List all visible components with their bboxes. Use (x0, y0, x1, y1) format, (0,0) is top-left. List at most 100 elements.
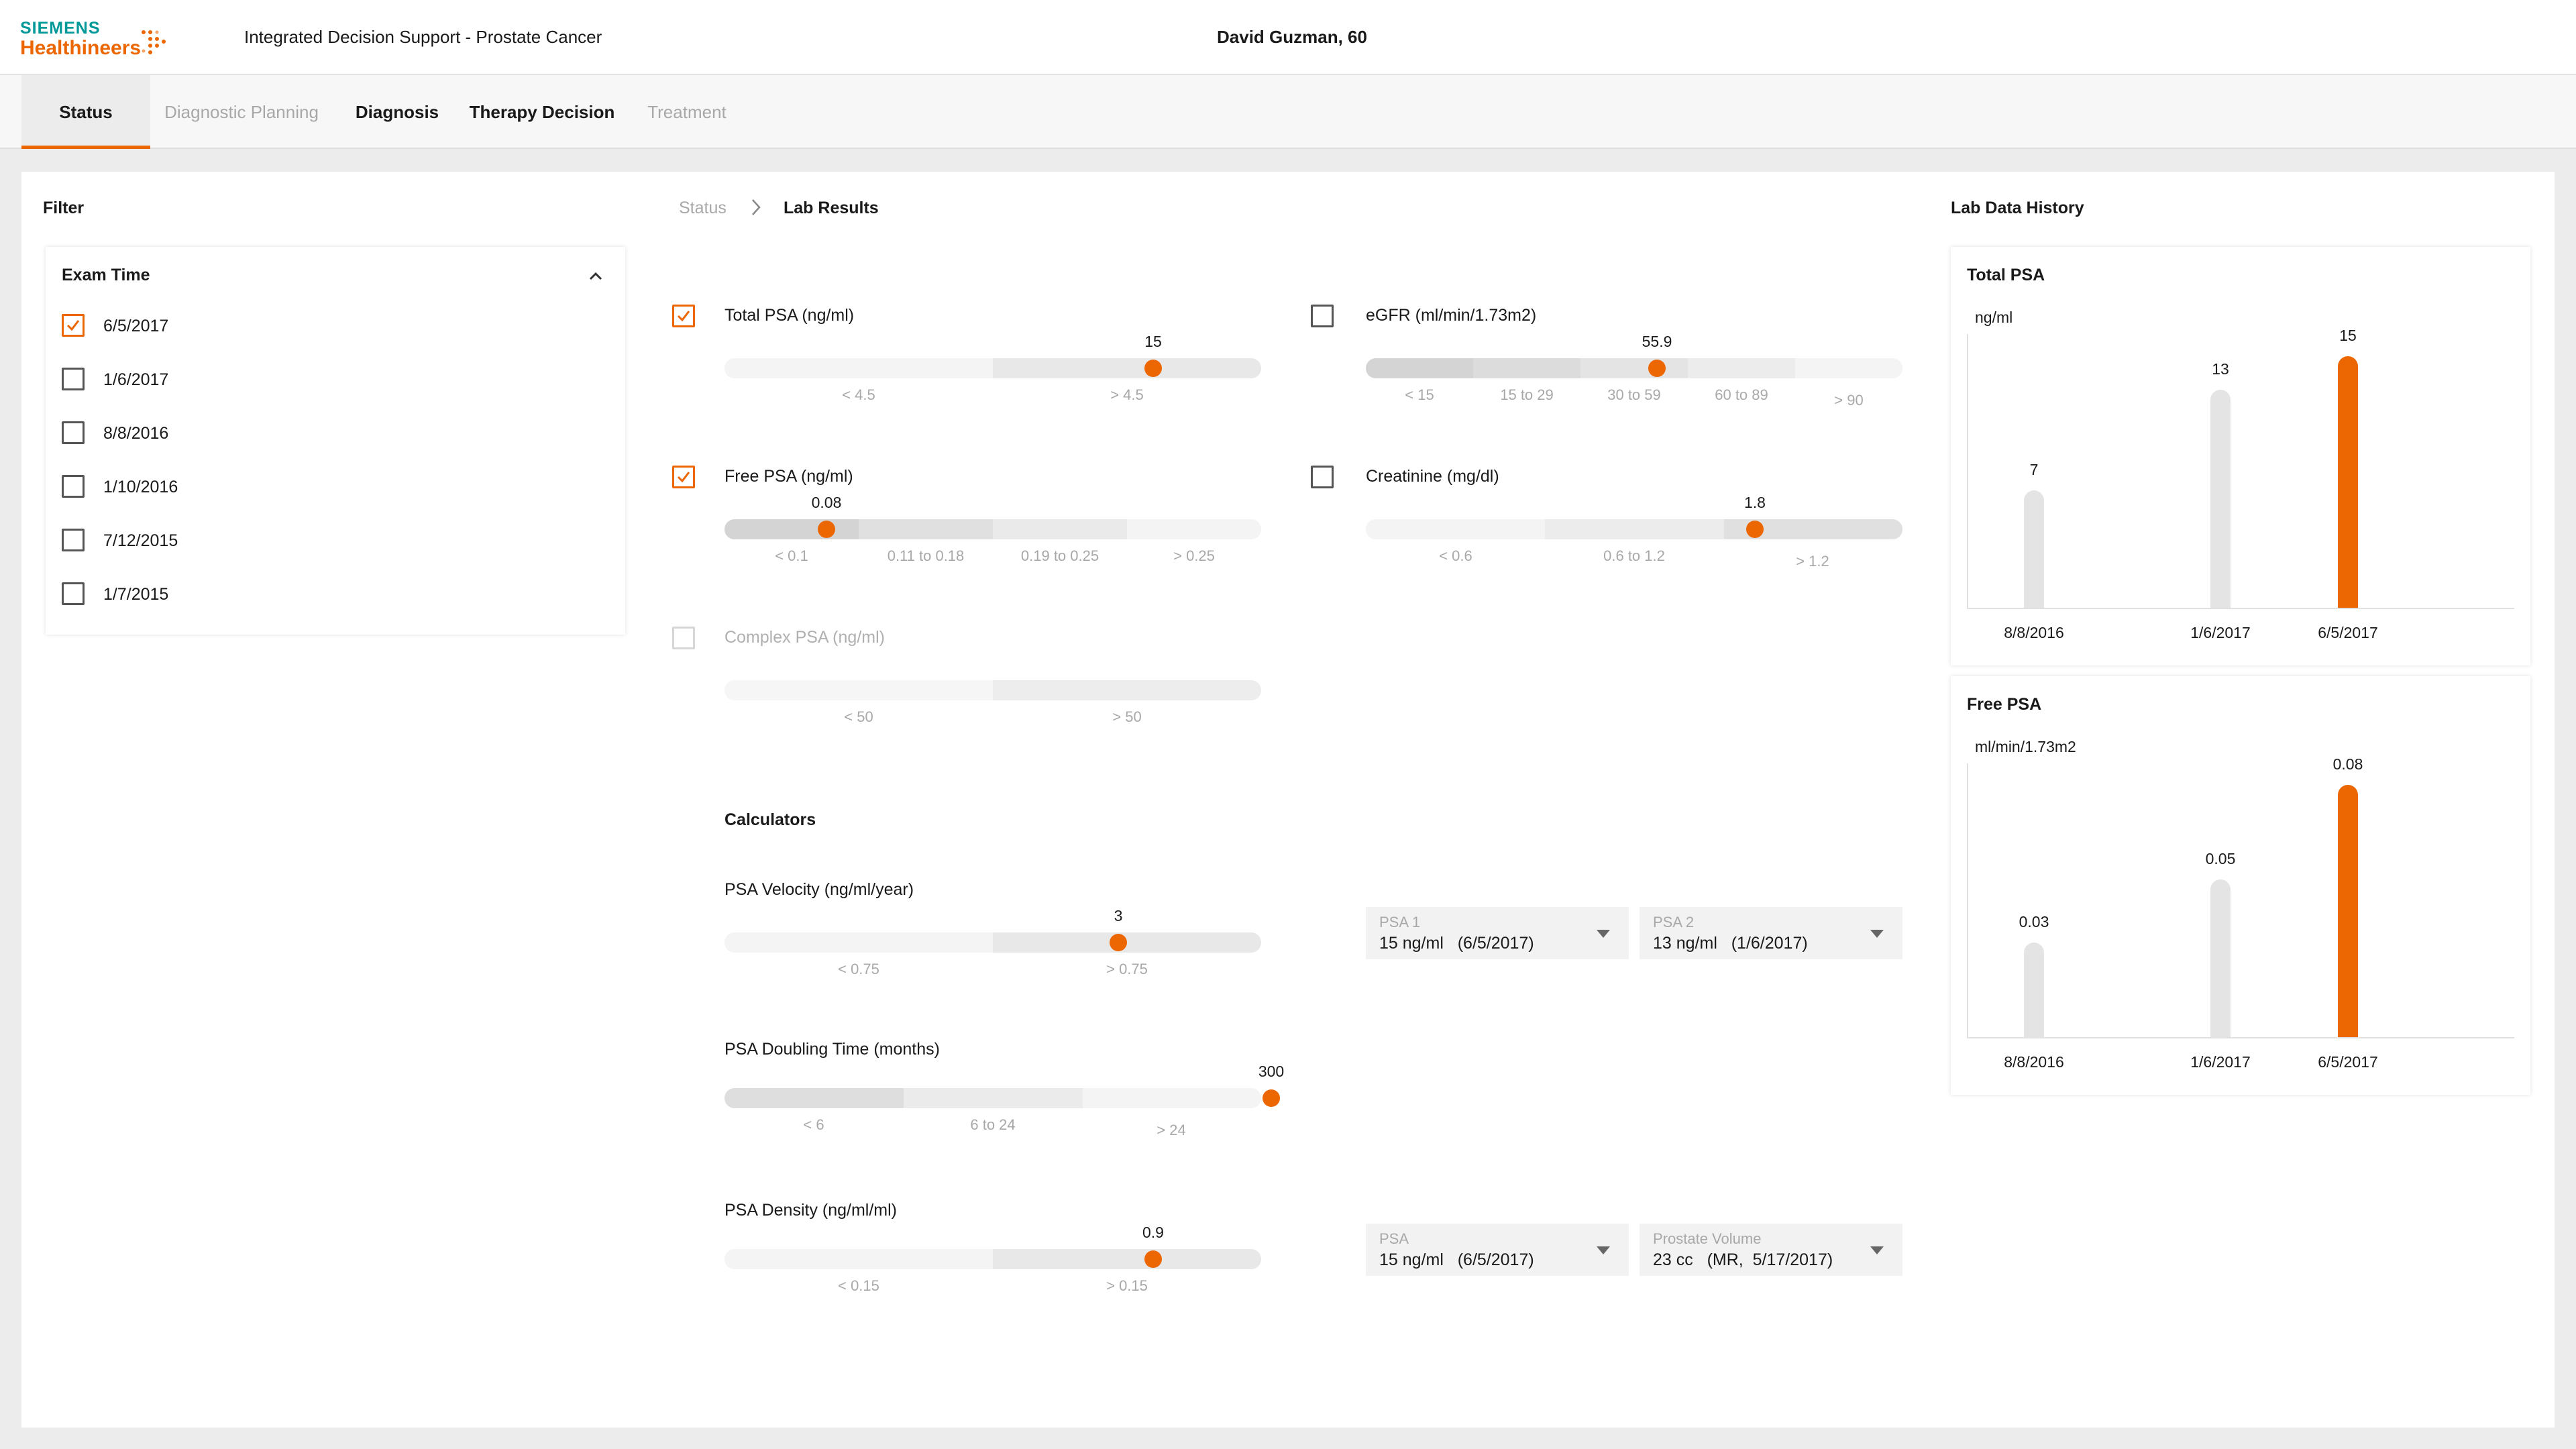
chart-category-label: 8/8/2016 (2004, 624, 2064, 641)
prostate-volume-dropdown[interactable]: Prostate Volume 23 cc (MR, 5/17/2017) (1640, 1224, 1902, 1276)
calculators-title: Calculators (724, 810, 816, 829)
total-psa-checkbox[interactable] (672, 305, 695, 327)
chart-bar (2338, 356, 2358, 608)
main-panel: Filter Exam Time 6/5/2017 1/6/2017 8/8/2… (21, 172, 2555, 1428)
checkmark-icon (66, 320, 80, 331)
total-psa-marker (1144, 360, 1162, 377)
creatinine-value: 1.8 (1744, 494, 1766, 511)
psa-velocity-label: PSA Velocity (ng/ml/year) (724, 880, 914, 899)
chart-bar-value: 0.05 (2205, 850, 2236, 867)
psa-dropdown-label: PSA (1379, 1230, 1409, 1247)
brand-dots-icon (142, 30, 166, 54)
range-label: < 0.6 (1439, 547, 1472, 564)
complex-psa-checkbox[interactable] (672, 627, 695, 649)
app-header: SIEMENS Healthineers Integrated Decision… (0, 0, 2576, 75)
workflow-tabs: Status Diagnostic Planning Diagnosis The… (0, 75, 2576, 149)
total-psa-history-chart: Total PSA ng/ml 7 8/8/2016 13 1/6/2017 15 6/5… (1951, 247, 2530, 665)
egfr-checkbox[interactable] (1311, 305, 1334, 327)
lab-history-title: Lab Data History (1951, 199, 2084, 217)
range-label: > 50 (1112, 708, 1142, 725)
complex-psa-range-bar (724, 680, 1261, 700)
tab-treatment[interactable]: Treatment (631, 75, 743, 149)
free-psa-marker (818, 521, 835, 538)
range-label: > 0.15 (1106, 1277, 1148, 1294)
caret-down-icon (1870, 930, 1884, 938)
filter-title: Filter (43, 199, 85, 217)
chart-category-label: 6/5/2017 (2318, 624, 2378, 641)
chart-bar-value: 15 (2339, 327, 2357, 344)
tab-status[interactable]: Status (21, 75, 150, 149)
total-psa-value: 15 (1144, 333, 1162, 350)
psa-density-marker (1144, 1250, 1162, 1268)
range-label: > 24 (1157, 1122, 1186, 1138)
caret-down-icon (1870, 1246, 1884, 1254)
checkmark-icon (677, 472, 690, 483)
range-label: > 90 (1834, 392, 1864, 409)
range-label: 0.6 to 1.2 (1603, 547, 1665, 564)
logo-line2: Healthineers (20, 37, 142, 59)
psa2-dropdown-label: PSA 2 (1653, 914, 1695, 930)
psa-velocity-value: 3 (1114, 907, 1123, 924)
checkbox-8-8-2016[interactable] (62, 421, 85, 444)
psa1-dropdown-label: PSA 1 (1379, 914, 1421, 930)
range-label: > 0.75 (1106, 961, 1148, 977)
creatinine-marker (1746, 521, 1764, 538)
egfr-label: eGFR (ml/min/1.73m2) (1366, 306, 1537, 325)
logo-line1: SIEMENS (20, 19, 101, 38)
range-label: 6 to 24 (970, 1116, 1016, 1133)
chevron-up-icon[interactable] (586, 267, 605, 286)
psa-doubling-label: PSA Doubling Time (months) (724, 1040, 940, 1059)
checkbox-7-12-2015[interactable] (62, 529, 85, 551)
range-label: > 1.2 (1796, 553, 1829, 570)
tab-therapy-decision[interactable]: Therapy Decision (460, 75, 624, 149)
tab-diagnosis[interactable]: Diagnosis (341, 75, 453, 149)
filter-item-label: 6/5/2017 (103, 317, 169, 335)
chart-bar-value: 7 (2029, 461, 2039, 478)
chart-bar-value: 0.08 (2332, 755, 2363, 773)
caret-down-icon (1597, 930, 1610, 938)
psa-density-value: 0.9 (1142, 1224, 1164, 1241)
checkbox-1-6-2017[interactable] (62, 368, 85, 390)
range-label: < 0.15 (838, 1277, 879, 1294)
chart-category-label: 1/6/2017 (2190, 1053, 2251, 1071)
chart-x-axis (1967, 608, 2514, 609)
caret-down-icon (1597, 1246, 1610, 1254)
breadcrumb-status[interactable]: Status (679, 199, 727, 218)
free-psa-checkbox[interactable] (672, 466, 695, 488)
egfr-value: 55.9 (1642, 333, 1672, 350)
psa-velocity-range-bar (724, 932, 1261, 953)
psa-doubling-value: 300 (1258, 1063, 1285, 1080)
complex-psa-label: Complex PSA (ng/ml) (724, 628, 885, 647)
creatinine-checkbox[interactable] (1311, 466, 1334, 488)
chart-title: Free PSA (1967, 695, 2042, 714)
egfr-range-bar (1366, 358, 1902, 378)
chart-bar-value: 0.03 (2019, 913, 2049, 930)
checkbox-6-5-2017[interactable] (62, 314, 85, 337)
filter-item-label: 1/6/2017 (103, 370, 169, 389)
psa-density-label: PSA Density (ng/ml/ml) (724, 1201, 898, 1220)
checkbox-1-10-2016[interactable] (62, 475, 85, 498)
checkbox-1-7-2015[interactable] (62, 582, 85, 605)
filter-item-label: 1/7/2015 (103, 585, 169, 604)
chart-bar-value: 13 (2212, 360, 2229, 378)
chart-bar (2024, 490, 2044, 608)
psa-velocity-marker (1110, 934, 1127, 951)
chart-bar (2210, 390, 2231, 608)
psa-dropdown[interactable]: PSA 15 ng/ml (6/5/2017) (1366, 1224, 1629, 1276)
filter-item-label: 1/10/2016 (103, 478, 178, 496)
range-label: < 0.75 (838, 961, 879, 977)
tab-diagnostic-planning[interactable]: Diagnostic Planning (150, 75, 333, 149)
psa-density-range-bar (724, 1249, 1261, 1269)
creatinine-range-bar (1366, 519, 1902, 539)
chart-title: Total PSA (1967, 266, 2045, 284)
range-label: 0.11 to 0.18 (887, 547, 965, 564)
app-title: Integrated Decision Support - Prostate C… (244, 27, 602, 47)
psa1-dropdown[interactable]: PSA 1 15 ng/ml (6/5/2017) (1366, 907, 1629, 959)
patient-name: David Guzman, 60 (1217, 27, 1367, 47)
free-psa-range-bar (724, 519, 1261, 539)
filter-item-label: 8/8/2016 (103, 424, 169, 443)
range-label: > 0.25 (1173, 547, 1215, 564)
chart-y-axis (1967, 763, 1968, 1038)
psa2-dropdown[interactable]: PSA 2 13 ng/ml (1/6/2017) (1640, 907, 1902, 959)
filter-item-label: 7/12/2015 (103, 531, 178, 550)
